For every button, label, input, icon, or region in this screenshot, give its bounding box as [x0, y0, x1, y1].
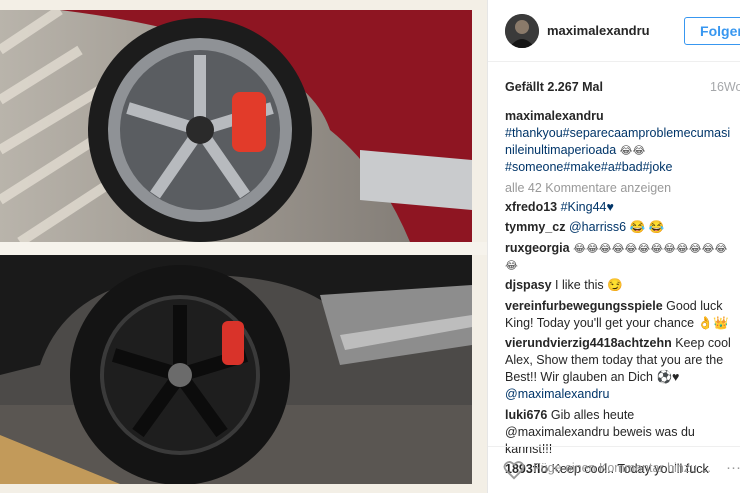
comment-mention[interactable]: @maximalexandru: [505, 387, 609, 401]
comment-username[interactable]: vierundvierzig4418achtzehn: [505, 336, 672, 350]
show-all-comments-link[interactable]: alle 42 Kommentare anzeigen: [505, 180, 737, 197]
caption-hashtags[interactable]: #thankyou#separecaamproblemecumasinilein…: [505, 126, 730, 157]
comment-text: I like this 😏: [555, 278, 623, 292]
comment-composer: Füge einen Kommentar hinzu ... ···: [488, 446, 740, 493]
post-time[interactable]: 16Wo: [710, 80, 740, 94]
post-photo[interactable]: [0, 0, 487, 493]
more-options-icon[interactable]: ···: [726, 459, 740, 476]
caption-hashtags-2[interactable]: #someone#make#a#bad#joke: [505, 160, 673, 174]
comment-item: tymmy_cz @harriss6 😂 😂: [505, 219, 737, 236]
comment-list: maximalexandru #thankyou#separecaamprobl…: [505, 108, 737, 482]
header-username[interactable]: maximalexandru: [547, 23, 650, 38]
comment-item: vierundvierzig4418achtzehn Keep cool Ale…: [505, 335, 737, 403]
post-stats: Gefällt 2.267 Mal: [505, 80, 740, 94]
photo-divider: [0, 242, 487, 255]
heart-icon[interactable]: [503, 460, 525, 480]
comment-username[interactable]: djspasy: [505, 278, 552, 292]
comment-text[interactable]: #King44♥: [561, 200, 614, 214]
caption: maximalexandru #thankyou#separecaamprobl…: [505, 108, 737, 176]
comment-username[interactable]: vereinfurbewegungsspiele: [505, 299, 663, 313]
comment-username[interactable]: tymmy_cz: [505, 220, 565, 234]
comment-username[interactable]: ruxgeorgia: [505, 241, 570, 255]
comment-item: vereinfurbewegungsspiele Good luck King!…: [505, 298, 737, 332]
comment-item: djspasy I like this 😏: [505, 277, 737, 294]
caption-username[interactable]: maximalexandru: [505, 109, 604, 123]
like-count[interactable]: Gefällt 2.267 Mal: [505, 80, 603, 94]
follow-button[interactable]: Folgen: [684, 17, 740, 45]
caption-emoji: 😂😂: [619, 144, 646, 157]
comment-item: ruxgeorgia 😂😂😂😂😂😂😂😂😂😂😂😂😂: [505, 240, 737, 274]
avatar[interactable]: [505, 14, 539, 48]
comment-username[interactable]: xfredo13: [505, 200, 557, 214]
post-header: maximalexandru Folgen: [488, 0, 740, 62]
photo-red-car-wheel: [0, 10, 472, 242]
photo-black-car-wheel: [0, 255, 472, 484]
comment-username[interactable]: luki676: [505, 408, 547, 422]
add-comment-input[interactable]: Füge einen Kommentar hinzu ...: [533, 461, 711, 475]
post-sidebar: maximalexandru Folgen Gefällt 2.267 Mal …: [487, 0, 740, 493]
comment-text[interactable]: @harriss6 😂 😂: [569, 220, 664, 234]
comment-item: xfredo13 #King44♥: [505, 199, 737, 216]
